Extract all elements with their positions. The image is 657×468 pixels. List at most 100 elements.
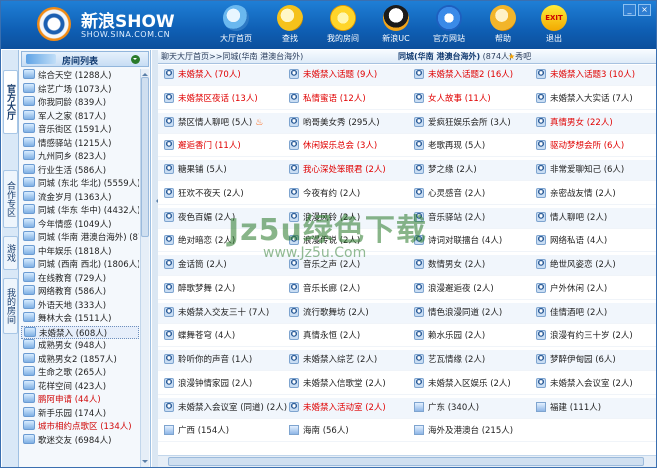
room-list-item[interactable]: 军人之家 (817人) [21, 109, 139, 124]
chat-room-entry[interactable]: 浪漫邂逅夜 (2人) [414, 282, 542, 297]
chat-room-entry[interactable]: 禁区情人聊吧 (5人) ♨ [164, 116, 292, 131]
chat-room-entry[interactable]: 未婚禁入区娱乐 (2人) [414, 377, 542, 392]
tab-my-rooms[interactable]: 我的房间 [3, 278, 18, 334]
chat-room-entry[interactable]: 绝世风姿恋 (2人) [536, 259, 656, 273]
chat-room-entry[interactable]: 未婚禁区夜话 (13人) [164, 92, 292, 107]
show-bar-link[interactable]: ★秀吧 [508, 50, 531, 63]
room-list-item[interactable]: 中年娱乐 (1818人) [21, 244, 139, 259]
dropdown-arrow-icon[interactable] [131, 55, 140, 64]
chat-room-entry[interactable]: 非常爱聊知己 (6人) [536, 164, 656, 178]
toolbar-sina-uc-button[interactable]: 新浪UC [373, 5, 419, 44]
chat-room-entry[interactable]: 未婚禁入话题2 (16人) [414, 69, 542, 83]
chat-room-entry[interactable]: 未婚禁入信歌堂 (2人) [289, 377, 417, 392]
toolbar-help-button[interactable]: 帮助 [480, 5, 526, 44]
chat-room-entry[interactable]: 狂欢不夜天 (2人) [164, 187, 292, 202]
chat-room-entry[interactable]: 海外及港澳台 (215人) [414, 425, 542, 439]
room-list-item[interactable]: 同城 (东北 华北) (5559人) [21, 177, 139, 191]
room-list-item[interactable]: 同城 (华南 港澳台海外) (874人) [21, 231, 139, 245]
chat-room-entry[interactable]: 广东 (340人) [414, 401, 542, 416]
chat-room-entry[interactable]: 私情蜜语 (12人) [289, 92, 417, 107]
room-list-item[interactable]: 新手乐园 (174人) [21, 406, 139, 421]
chat-room-entry[interactable]: 音乐驿站 (2人) [414, 211, 542, 226]
hscroll-thumb[interactable] [168, 457, 644, 466]
tab-partner-zone[interactable]: 合作专区 [3, 170, 18, 228]
chat-room-entry[interactable]: 网络私语 (4人) [536, 235, 656, 249]
scroll-up-icon[interactable] [142, 70, 148, 76]
chat-room-entry[interactable]: 未婚禁入交友三十 (7人) [164, 306, 292, 321]
chat-room-entry[interactable]: 艺瓦情缘 (2人) [414, 354, 542, 368]
toolbar-exit-button[interactable]: EXIT 退出 [531, 5, 577, 44]
breadcrumb-path[interactable]: 聊天大厅首页>>同城(华南 港澳台海外) [161, 50, 303, 63]
room-list-header[interactable]: 房间列表 [21, 51, 149, 67]
room-list-item[interactable]: 城市相约点歌区 (134人) [21, 420, 139, 434]
room-list-item[interactable]: 成熟男女2 (1857人) [21, 352, 139, 367]
chat-room-entry[interactable]: 女人故事 (11人) [414, 92, 542, 107]
chat-room-entry[interactable]: 福建 (111人) [536, 401, 656, 416]
chat-room-entry[interactable]: 醉歌梦舞 (2人) [164, 282, 292, 297]
chat-room-entry[interactable]: 休闲娱乐总会 (3人) [289, 140, 417, 154]
chat-room-entry[interactable]: 赖水乐园 (2人) [414, 330, 542, 344]
chat-room-entry[interactable]: 未婚禁入话题3 (10人) [536, 69, 656, 83]
chat-room-entry[interactable]: 音乐之声 (2人) [289, 259, 417, 273]
chat-room-entry[interactable]: 聆听你的声音 (1人) [164, 354, 292, 368]
room-list-item[interactable]: 行业生活 (586人) [21, 163, 139, 178]
chat-room-entry[interactable]: 未婚禁入大实话 (7人) [536, 92, 656, 107]
chat-room-entry[interactable]: 糖果铺 (5人) [164, 164, 292, 178]
chat-room-entry[interactable]: 未婚禁入综艺 (2人) [289, 354, 417, 368]
chat-room-entry[interactable]: 真情男女 (22人) [536, 116, 656, 131]
toolbar-lobby-home-button[interactable]: 大厅首页 [213, 5, 259, 44]
tab-official-lobby[interactable]: 官方大厅 [3, 70, 18, 134]
chat-room-entry[interactable]: 蝶舞苍穹 (4人) [164, 330, 292, 344]
chat-room-entry[interactable]: 梦醉伊甸园 (6人) [536, 354, 656, 368]
chat-room-entry[interactable]: 邂逅香门 (11人) [164, 140, 292, 154]
chat-room-entry[interactable]: 情人聊吧 (2人) [536, 211, 656, 226]
chat-room-entry[interactable]: 未婚禁入活动室 (2人) [289, 401, 417, 416]
chat-room-entry[interactable]: 广西 (154人) [164, 425, 292, 439]
chat-room-entry[interactable]: 情色浪漫同道 (2人) [414, 306, 542, 321]
chat-room-entry[interactable]: 浪漫钟情家园 (2人) [164, 377, 292, 392]
room-list-item[interactable]: 你我同龄 (839人) [21, 96, 139, 110]
room-list-item[interactable]: 舞林大会 (1511人) [21, 312, 139, 326]
scroll-down-icon[interactable] [142, 460, 148, 466]
room-list-item[interactable]: 音乐街区 (1591人) [21, 123, 139, 137]
room-list-item[interactable]: 外语天地 (333人) [21, 298, 139, 313]
room-list-item[interactable]: 成熟男女 (948人) [21, 339, 139, 353]
chat-room-entry[interactable]: 我心深处笨眼君 (2人) [289, 164, 417, 178]
room-list-item[interactable]: 情感驿站 (1215人) [21, 136, 139, 151]
chat-room-entry[interactable]: 浪漫有约三十岁 (2人) [536, 330, 656, 344]
room-list-item[interactable]: 生命之歌 (265人) [21, 366, 139, 380]
room-list-item[interactable]: 同城 (华东 华中) (4432人) [21, 204, 139, 218]
chat-room-entry[interactable]: 未婚禁入会议室 (同道) (2人) [164, 401, 292, 416]
chat-room-entry[interactable]: 爱疯狂娱乐会所 (3人) [414, 116, 542, 131]
room-grid-hscrollbar[interactable] [158, 455, 656, 467]
room-list-item[interactable]: 鹏阿申请 (44人) [21, 393, 139, 407]
chat-room-entry[interactable]: 未婚禁入 (70人) [164, 69, 292, 83]
minimize-button[interactable]: _ [623, 4, 636, 16]
chat-room-entry[interactable]: 今夜有约 (2人) [289, 187, 417, 202]
room-list-item[interactable]: 九州同乡 (823人) [21, 150, 139, 164]
close-button[interactable]: × [638, 4, 651, 16]
room-list-item[interactable]: 同城 (西南 西北) (1806人) [21, 258, 139, 272]
room-list-item[interactable]: 歌迷交友 (6984人) [21, 433, 139, 448]
chat-room-entry[interactable]: 驱动梦想会所 (6人) [536, 140, 656, 154]
room-list-item[interactable]: 未婚禁入 (608人) [21, 325, 139, 339]
room-list-scrollbar[interactable] [140, 69, 149, 467]
toolbar-official-site-button[interactable]: 官方网站 [426, 5, 472, 44]
chat-room-entry[interactable]: 亲密战友情 (2人) [536, 187, 656, 202]
room-list-item[interactable]: 花样空间 (423人) [21, 379, 139, 394]
chat-room-entry[interactable]: 诗词对联擂台 (4人) [414, 235, 542, 249]
chat-room-entry[interactable]: 佳情酒吧 (2人) [536, 306, 656, 321]
chat-room-entry[interactable]: 梦之缘 (2人) [414, 164, 542, 178]
chat-room-entry[interactable]: 真情永恒 (2人) [289, 330, 417, 344]
room-list-item[interactable]: 流金岁月 (1363人) [21, 190, 139, 205]
chat-room-entry[interactable]: 海南 (56人) [289, 425, 417, 439]
chat-room-entry[interactable]: 哟哥美女秀 (295人) [289, 116, 417, 131]
room-list-item[interactable]: 今年情感 (1049人) [21, 217, 139, 232]
tab-games[interactable]: 游戏 [3, 236, 18, 270]
room-list-item[interactable]: 在线教育 (729人) [21, 271, 139, 286]
chat-room-entry[interactable]: 数情男女 (2人) [414, 259, 542, 273]
chat-room-entry[interactable]: 音乐长廊 (2人) [289, 282, 417, 297]
scroll-thumb[interactable] [141, 77, 149, 237]
chat-room-entry[interactable]: 未婚禁入话题 (9人) [289, 69, 417, 83]
toolbar-my-room-button[interactable]: 我的房间 [320, 5, 366, 44]
